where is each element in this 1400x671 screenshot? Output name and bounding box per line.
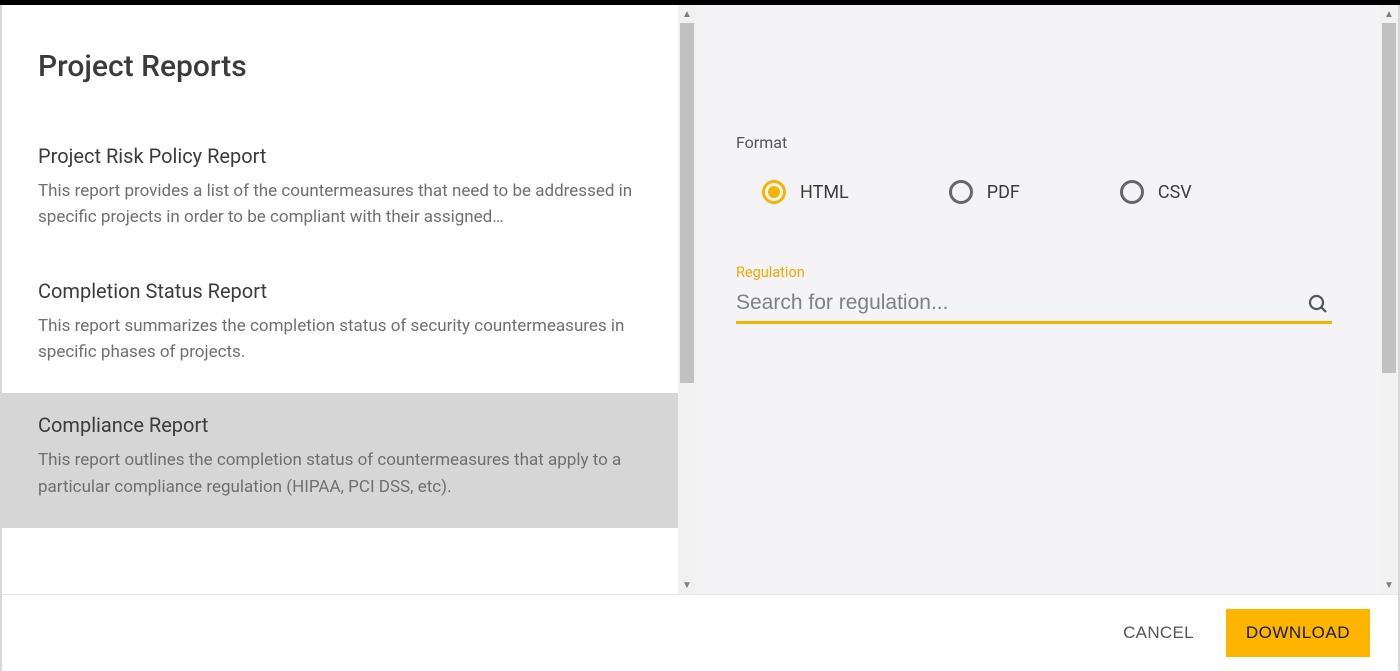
radio-icon	[1120, 180, 1144, 204]
report-desc: This report summarizes the completion st…	[38, 313, 642, 366]
right-pane: Format HTML PDF CSV Regulation	[696, 5, 1398, 594]
report-item-risk-policy[interactable]: Project Risk Policy Report This report p…	[2, 124, 678, 259]
left-scrollbar[interactable]: ▲ ▼	[678, 5, 696, 594]
report-item-compliance[interactable]: Compliance Report This report outlines t…	[2, 393, 678, 528]
format-radio-csv[interactable]: CSV	[1120, 180, 1192, 204]
radio-label: PDF	[987, 182, 1020, 203]
report-item-completion-status[interactable]: Completion Status Report This report sum…	[2, 259, 678, 394]
cancel-button[interactable]: CANCEL	[1115, 611, 1202, 655]
radio-icon	[949, 180, 973, 204]
download-button[interactable]: DOWNLOAD	[1226, 609, 1370, 657]
radio-icon	[762, 180, 786, 204]
radio-label: HTML	[800, 182, 849, 203]
regulation-label: Regulation	[696, 204, 1380, 281]
left-pane: Project Reports Project Risk Policy Repo…	[2, 5, 696, 594]
search-icon	[1306, 292, 1330, 316]
right-content: Format HTML PDF CSV Regulation	[696, 5, 1380, 594]
regulation-input-wrap	[736, 287, 1332, 324]
scroll-track[interactable]	[678, 23, 696, 576]
format-radio-group: HTML PDF CSV	[696, 152, 1380, 204]
scroll-down-arrow-icon[interactable]: ▼	[1380, 576, 1398, 594]
report-title: Project Risk Policy Report	[38, 144, 642, 168]
report-title: Completion Status Report	[38, 279, 642, 303]
page-title: Project Reports	[2, 5, 678, 124]
scroll-track[interactable]	[1380, 23, 1398, 576]
scroll-thumb[interactable]	[680, 23, 694, 383]
format-radio-pdf[interactable]: PDF	[949, 180, 1020, 204]
format-label: Format	[696, 5, 1380, 152]
right-scrollbar[interactable]: ▲ ▼	[1380, 5, 1398, 594]
report-desc: This report provides a list of the count…	[38, 178, 642, 231]
report-desc: This report outlines the completion stat…	[38, 447, 642, 500]
reports-dialog: Project Reports Project Risk Policy Repo…	[2, 5, 1398, 671]
scroll-up-arrow-icon[interactable]: ▲	[678, 5, 696, 23]
dialog-footer: CANCEL DOWNLOAD	[2, 594, 1398, 671]
format-radio-html[interactable]: HTML	[762, 180, 849, 204]
dialog-body: Project Reports Project Risk Policy Repo…	[2, 5, 1398, 594]
scroll-down-arrow-icon[interactable]: ▼	[678, 576, 696, 594]
regulation-search-input[interactable]	[736, 287, 1306, 321]
scroll-up-arrow-icon[interactable]: ▲	[1380, 5, 1398, 23]
scroll-thumb[interactable]	[1382, 23, 1396, 373]
radio-label: CSV	[1158, 182, 1192, 203]
report-list-scroll: Project Reports Project Risk Policy Repo…	[2, 5, 678, 594]
report-title: Compliance Report	[38, 413, 642, 437]
